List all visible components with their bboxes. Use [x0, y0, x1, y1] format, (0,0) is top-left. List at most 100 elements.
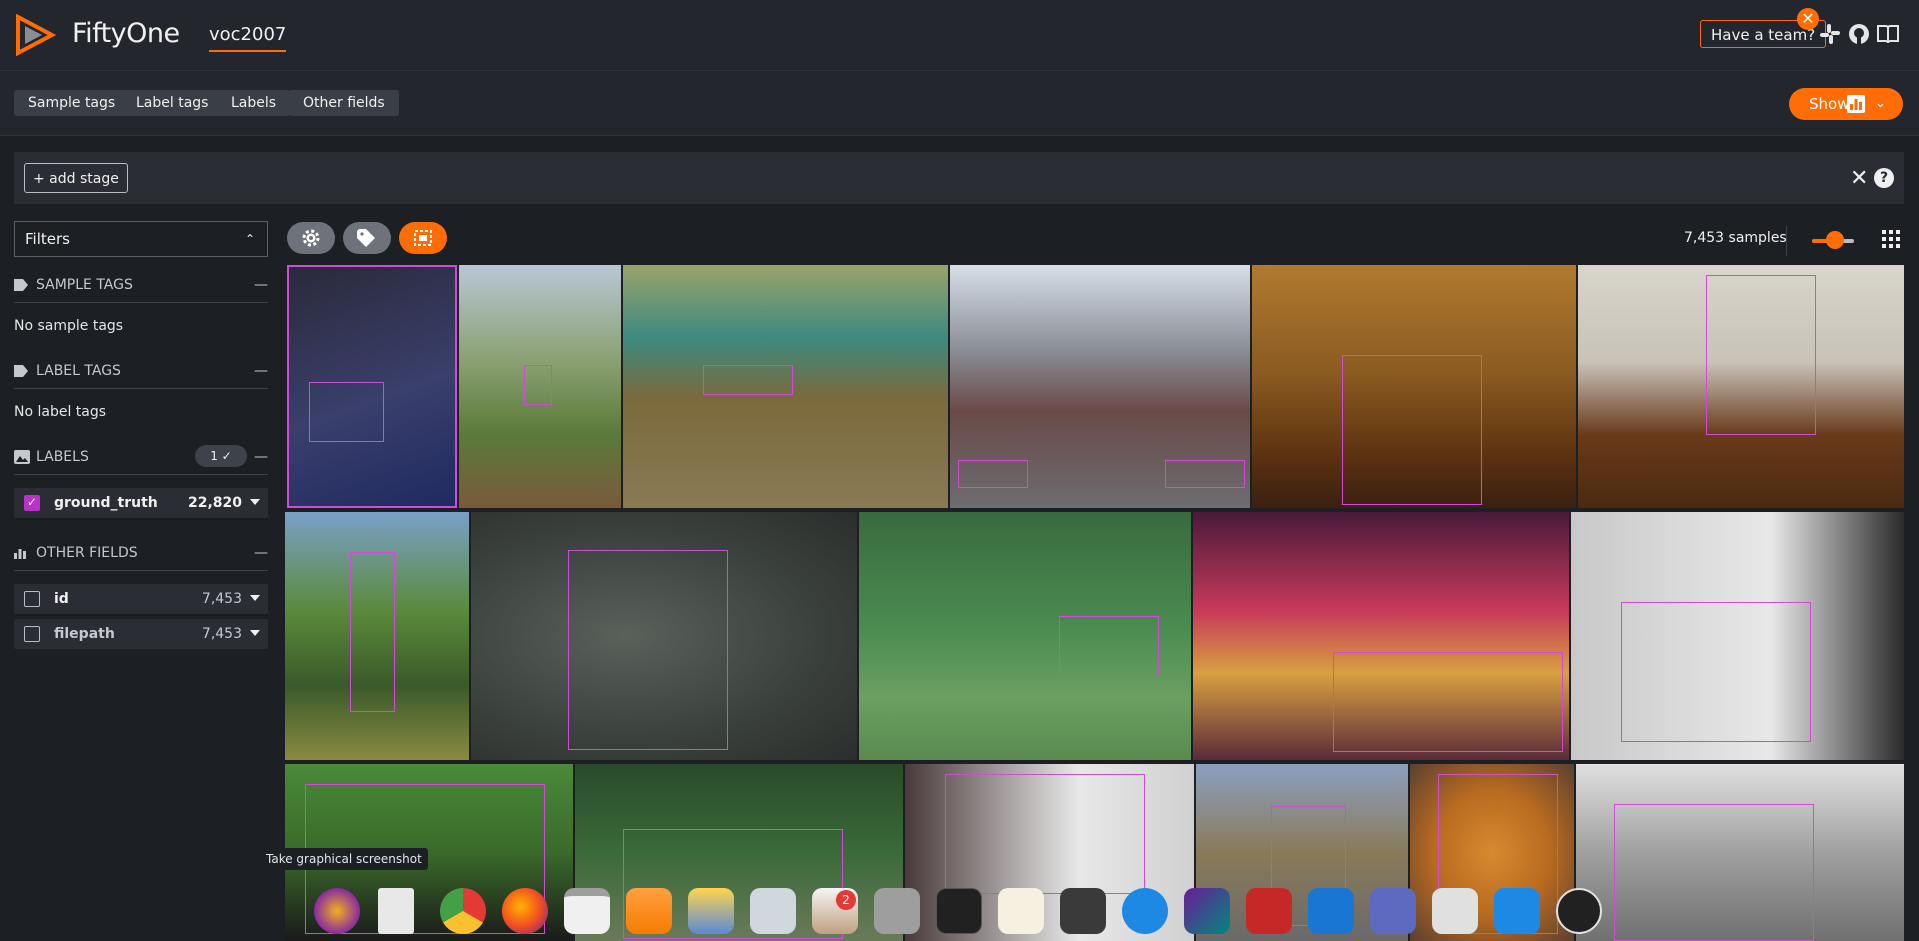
label-box — [958, 460, 1028, 488]
filters-dropdown[interactable]: Filters ⌃ — [14, 221, 268, 257]
zoom-slider-handle[interactable] — [1826, 231, 1844, 249]
caret-down-icon[interactable] — [250, 499, 260, 505]
checkbox-unchecked-icon[interactable] — [24, 591, 40, 607]
patches-button[interactable] — [399, 222, 447, 254]
sample-tags-pill[interactable]: Sample tags — [14, 90, 130, 116]
help-icon[interactable]: ? — [1874, 168, 1894, 188]
code-braces-icon[interactable] — [998, 888, 1044, 934]
add-stage-button[interactable]: + add stage — [24, 163, 128, 193]
divider — [14, 570, 268, 571]
sample-count: 7,453 samples — [1684, 230, 1787, 246]
tag-button[interactable] — [343, 222, 391, 254]
docs-book-icon[interactable] — [1876, 22, 1900, 46]
firefox-icon[interactable] — [502, 888, 548, 934]
sublime-icon[interactable] — [1060, 888, 1106, 934]
field-row-ground-truth[interactable]: ✓ ground_truth 22,820 — [14, 488, 268, 518]
notification-badge: 2 — [836, 890, 856, 910]
histogram-icon — [1847, 95, 1865, 113]
files-icon[interactable] — [378, 888, 414, 934]
label-tags-pill[interactable]: Label tags — [122, 90, 223, 116]
empty-label-tags: No label tags — [14, 404, 107, 420]
sample-thumbnail[interactable] — [1193, 512, 1569, 760]
bluetooth-icon[interactable] — [1122, 888, 1168, 934]
close-icon[interactable]: ✕ — [1797, 8, 1819, 30]
sample-thumbnail[interactable] — [285, 512, 469, 760]
divider — [14, 474, 268, 475]
tag-icon — [14, 365, 28, 377]
collapse-icon[interactable]: — — [254, 360, 268, 382]
sample-thumbnail[interactable] — [859, 512, 1191, 760]
calendar-icon[interactable] — [564, 888, 610, 934]
other-fields-pill[interactable]: Other fields — [289, 90, 399, 116]
checkbox-checked-icon[interactable]: ✓ — [24, 495, 40, 511]
sample-thumbnail[interactable] — [623, 265, 948, 508]
sample-thumbnail[interactable] — [1252, 265, 1576, 508]
collapse-icon[interactable]: — — [254, 542, 268, 564]
sample-thumbnail[interactable] — [287, 265, 457, 508]
filezilla-icon[interactable] — [1246, 888, 1292, 934]
section-title: LABELS — [36, 449, 89, 465]
text-editor-icon[interactable] — [1308, 888, 1354, 934]
view-stage-bar — [14, 152, 1904, 204]
section-label-tags[interactable]: LABEL TAGS — — [14, 360, 268, 382]
teams-icon[interactable] — [1370, 888, 1416, 934]
slack-icon[interactable] — [1818, 22, 1842, 46]
photos-icon[interactable] — [688, 888, 734, 934]
gear-icon — [302, 229, 320, 247]
divider — [14, 388, 268, 389]
sample-thumbnail[interactable] — [1576, 764, 1904, 941]
label-box — [1342, 355, 1482, 505]
tag-icon — [14, 279, 28, 291]
field-row-id[interactable]: id 7,453 — [14, 584, 268, 614]
dock-tooltip: Take graphical screenshot — [260, 848, 428, 870]
empty-sample-tags: No sample tags — [14, 318, 124, 334]
top-header — [0, 0, 1919, 71]
settings-button[interactable] — [287, 222, 335, 254]
filters-label: Filters — [25, 230, 70, 248]
sample-thumbnail[interactable] — [1571, 512, 1904, 760]
datagrip-icon[interactable] — [1184, 888, 1230, 934]
disk-utility-icon[interactable] — [1432, 888, 1478, 934]
sample-thumbnail[interactable] — [471, 512, 857, 760]
terminal-icon[interactable] — [936, 888, 982, 934]
caret-down-icon[interactable] — [250, 595, 260, 601]
label-box — [1165, 460, 1245, 488]
flameshot-icon[interactable] — [314, 888, 360, 934]
fiftyone-logo-icon[interactable] — [14, 14, 56, 56]
brand-name[interactable]: FiftyOne — [72, 18, 180, 49]
image-icon — [14, 450, 30, 464]
field-count: 22,820 — [187, 495, 242, 511]
caret-down-icon[interactable] — [250, 630, 260, 636]
checkbox-unchecked-icon[interactable] — [24, 626, 40, 642]
vscode-icon[interactable] — [1494, 888, 1540, 934]
show-panel-button[interactable]: Show ⌄ — [1789, 88, 1903, 120]
sample-thumbnail[interactable] — [1578, 265, 1904, 508]
bar-chart-icon — [14, 549, 26, 559]
field-count: 7,453 — [201, 626, 242, 642]
label-box — [524, 365, 552, 405]
github-icon[interactable] — [1847, 22, 1871, 46]
field-name: id — [54, 591, 69, 607]
music-icon[interactable] — [626, 888, 672, 934]
collapse-icon[interactable]: — — [254, 274, 268, 296]
grid-view-icon[interactable] — [1882, 230, 1900, 248]
labels-selected-badge[interactable]: 1 ✓ — [195, 445, 247, 467]
home-folder-icon[interactable] — [874, 888, 920, 934]
sample-thumbnail[interactable] — [950, 265, 1250, 508]
chrome-icon[interactable] — [440, 888, 486, 934]
section-title: SAMPLE TAGS — [36, 277, 133, 293]
field-row-filepath[interactable]: filepath 7,453 — [14, 619, 268, 649]
divider — [1786, 226, 1787, 256]
labels-pill[interactable]: Labels — [217, 90, 291, 116]
dataset-selector[interactable]: voc2007 — [209, 24, 287, 52]
sample-thumbnail[interactable] — [459, 265, 621, 508]
section-sample-tags[interactable]: SAMPLE TAGS — — [14, 274, 268, 296]
chevron-down-icon: ⌄ — [1875, 96, 1886, 111]
crop-patches-icon — [414, 230, 432, 246]
toggle-icon[interactable] — [750, 888, 796, 934]
section-other-fields[interactable]: OTHER FIELDS — — [14, 542, 268, 564]
obs-icon[interactable] — [1556, 888, 1602, 934]
label-box — [945, 774, 1145, 894]
collapse-icon[interactable]: — — [254, 446, 268, 468]
clear-stages-icon[interactable]: ✕ — [1850, 166, 1868, 191]
